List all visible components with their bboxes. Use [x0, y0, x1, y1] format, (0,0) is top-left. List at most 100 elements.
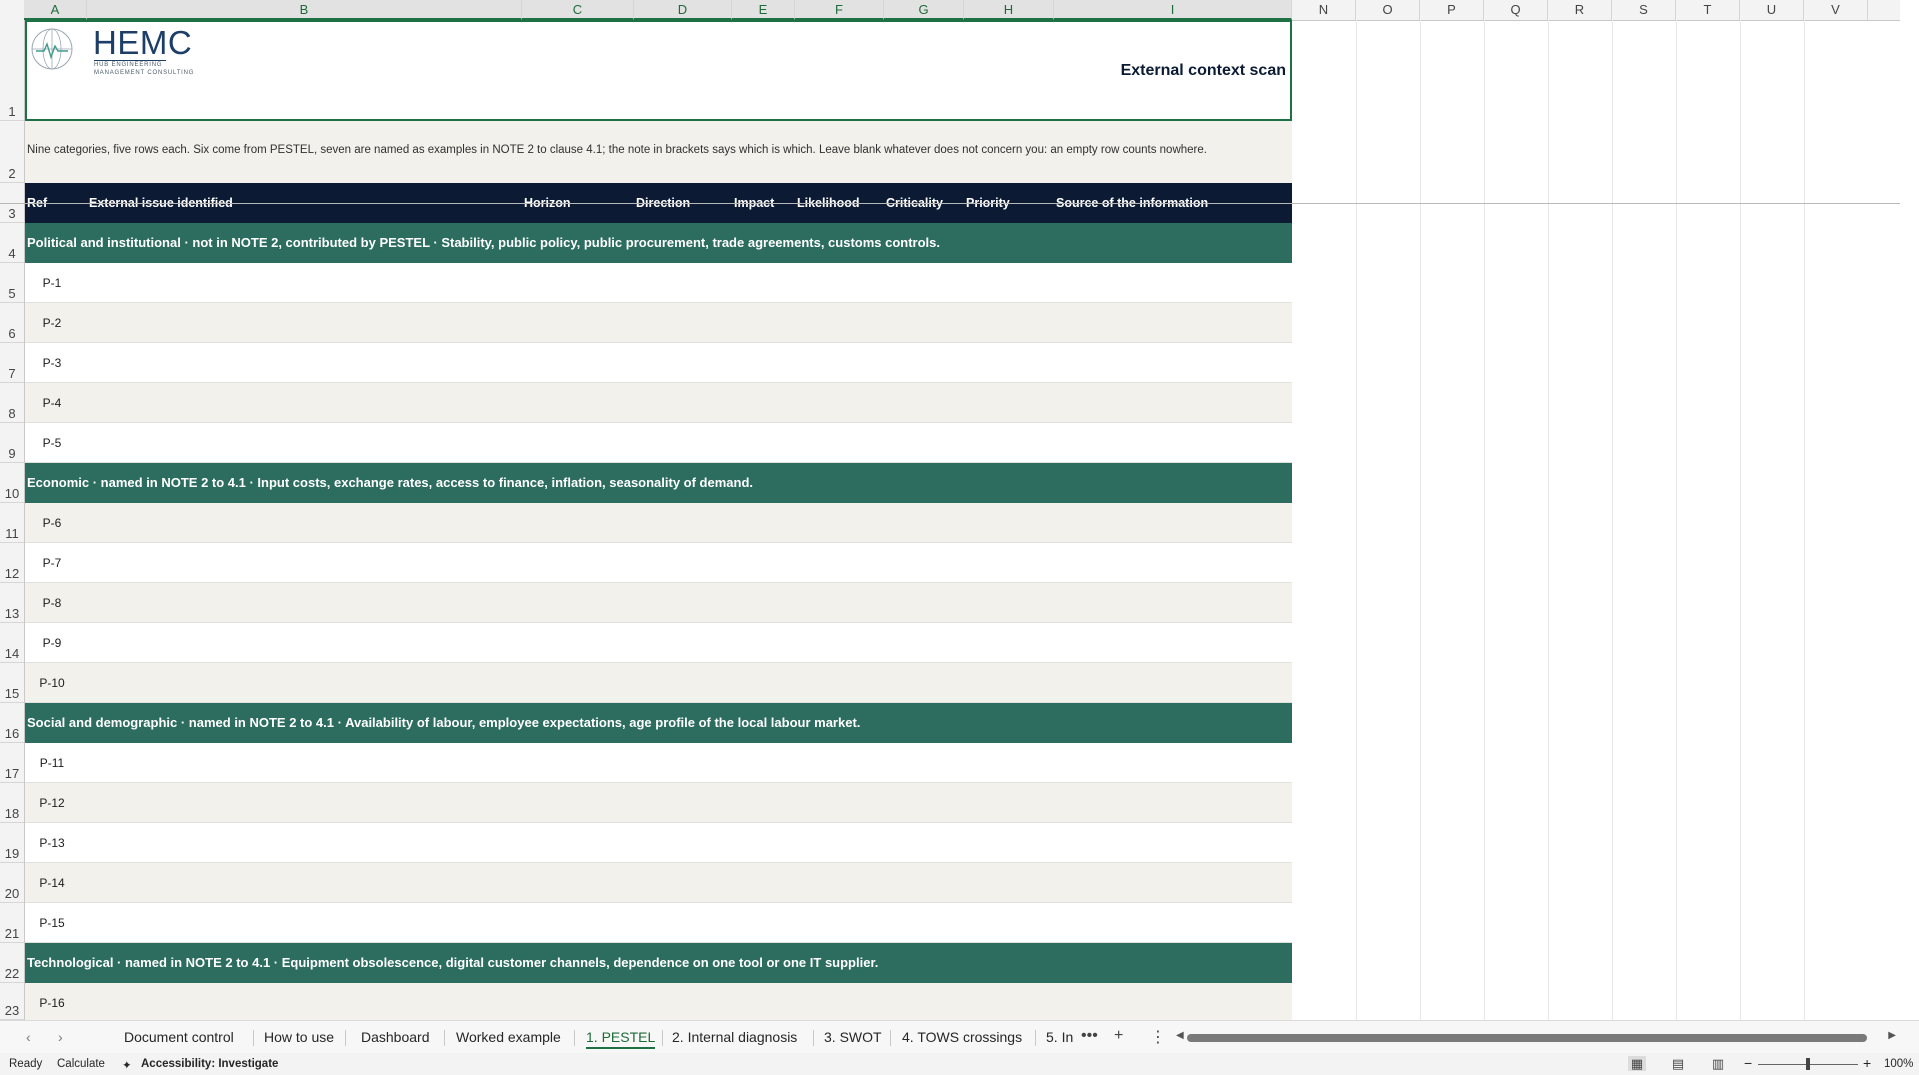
zoom-in-icon[interactable]: + — [1863, 1055, 1871, 1071]
status-bar: Ready Calculate ✦ Accessibility: Investi… — [0, 1053, 1919, 1075]
column-header-i[interactable]: I — [1054, 0, 1292, 20]
column-header-u[interactable]: U — [1740, 0, 1804, 20]
scroll-left-icon[interactable]: ◀ — [1176, 1030, 1184, 1041]
zoom-out-icon[interactable]: − — [1744, 1055, 1752, 1071]
table-row[interactable]: P-4 — [25, 383, 1292, 423]
tab-pestel[interactable]: 1. PESTEL — [578, 1021, 663, 1054]
category-row-technological[interactable]: Technological · named in NOTE 2 to 4.1 ·… — [25, 943, 1292, 983]
tab-dashboard[interactable]: Dashboard — [353, 1021, 438, 1054]
more-tabs-icon[interactable]: ••• — [1081, 1027, 1098, 1045]
table-row[interactable]: P-7 — [25, 543, 1292, 583]
row-header-20[interactable]: 20 — [0, 863, 24, 903]
page-break-preview-icon[interactable]: ▥ — [1709, 1056, 1727, 1071]
column-header-n[interactable]: N — [1292, 0, 1356, 20]
horizontal-scroll-thumb[interactable] — [1187, 1034, 1867, 1042]
tab-tows-crossings[interactable]: 4. TOWS crossings — [894, 1021, 1030, 1054]
table-row[interactable]: P-14 — [25, 863, 1292, 903]
row-header-7[interactable]: 7 — [0, 343, 24, 383]
row-header-16[interactable]: 16 — [0, 703, 24, 743]
tab-document-control[interactable]: Document control — [116, 1021, 242, 1054]
row-header-9[interactable]: 9 — [0, 423, 24, 463]
category-row-economic[interactable]: Economic · named in NOTE 2 to 4.1 · Inpu… — [25, 463, 1292, 503]
column-header-d[interactable]: D — [634, 0, 732, 20]
row-header-17[interactable]: 17 — [0, 743, 24, 783]
table-row[interactable]: P-10 — [25, 663, 1292, 703]
tab-internal-diagnosis[interactable]: 2. Internal diagnosis — [664, 1021, 805, 1054]
row-header-10[interactable]: 10 — [0, 463, 24, 503]
row-header-5[interactable]: 5 — [0, 263, 24, 303]
row-header-18[interactable]: 18 — [0, 783, 24, 823]
column-header-f[interactable]: F — [795, 0, 884, 20]
previous-sheet-icon[interactable]: ‹ — [26, 1029, 31, 1045]
column-header-h[interactable]: H — [964, 0, 1054, 20]
row-header-21[interactable]: 21 — [0, 903, 24, 943]
tab-separator — [345, 1030, 346, 1046]
instruction-row[interactable]: Nine categories, five rows each. Six com… — [25, 121, 1292, 183]
tab-worked-example[interactable]: Worked example — [448, 1021, 569, 1054]
table-row[interactable]: P-8 — [25, 583, 1292, 623]
normal-view-icon[interactable]: ▦ — [1628, 1056, 1646, 1071]
tab-how-to-use[interactable]: How to use — [256, 1021, 342, 1054]
row-header-2[interactable]: 2 — [0, 121, 24, 183]
table-row[interactable]: P-1 — [25, 263, 1292, 303]
row-header-6[interactable]: 6 — [0, 303, 24, 343]
row-header-4[interactable]: 4 — [0, 223, 24, 263]
zoom-slider-thumb[interactable] — [1806, 1058, 1810, 1070]
cell-grid[interactable]: HEMC HUB ENGINEERING MANAGEMENT CONSULTI… — [25, 20, 1900, 1020]
row-header-13[interactable]: 13 — [0, 583, 24, 623]
row-header-1[interactable]: 1 — [0, 20, 24, 121]
page-layout-view-icon[interactable]: ▤ — [1669, 1056, 1687, 1071]
column-header-c[interactable]: C — [522, 0, 634, 20]
tab-separator — [813, 1030, 814, 1046]
next-sheet-icon[interactable]: › — [58, 1029, 63, 1045]
select-all-corner[interactable] — [0, 0, 25, 20]
table-row[interactable]: P-16 — [25, 983, 1292, 1020]
table-row[interactable]: P-11 — [25, 743, 1292, 783]
calculate-button[interactable]: Calculate — [57, 1058, 105, 1070]
tab-options-icon[interactable]: ⋮ — [1150, 1027, 1166, 1047]
horizontal-scrollbar[interactable]: ◀ ▶ — [1176, 1029, 1896, 1047]
column-header-v[interactable]: V — [1804, 0, 1868, 20]
column-header-b[interactable]: B — [87, 0, 522, 20]
row-header-22[interactable]: 22 — [0, 943, 24, 983]
row-header-15[interactable]: 15 — [0, 663, 24, 703]
table-row[interactable]: P-5 — [25, 423, 1292, 463]
freeze-pane-line — [0, 203, 1900, 204]
title-cell-selected[interactable]: HEMC HUB ENGINEERING MANAGEMENT CONSULTI… — [25, 20, 1292, 121]
category-row-social[interactable]: Social and demographic · named in NOTE 2… — [25, 703, 1292, 743]
row-header-12[interactable]: 12 — [0, 543, 24, 583]
row-header-8[interactable]: 8 — [0, 383, 24, 423]
table-row[interactable]: P-15 — [25, 903, 1292, 943]
row-header-14[interactable]: 14 — [0, 623, 24, 663]
spreadsheet-area[interactable]: A B C D E F G H I N O P Q R S T U V 1 2 … — [0, 0, 1900, 1020]
column-header-g[interactable]: G — [884, 0, 964, 20]
zoom-level[interactable]: 100% — [1884, 1058, 1913, 1070]
scroll-right-icon[interactable]: ▶ — [1888, 1030, 1896, 1041]
table-row[interactable]: P-2 — [25, 303, 1292, 343]
column-header-p[interactable]: P — [1420, 0, 1484, 20]
tab-truncated[interactable]: 5. In — [1038, 1021, 1081, 1054]
table-row[interactable]: P-13 — [25, 823, 1292, 863]
add-sheet-icon[interactable]: + — [1114, 1027, 1123, 1045]
row-header-19[interactable]: 19 — [0, 823, 24, 863]
column-header-t[interactable]: T — [1676, 0, 1740, 20]
accessibility-icon[interactable]: ✦ — [122, 1058, 132, 1072]
accessibility-status[interactable]: Accessibility: Investigate — [141, 1058, 278, 1070]
ref-cell: P-5 — [42, 436, 62, 450]
column-header-r[interactable]: R — [1548, 0, 1612, 20]
table-row[interactable]: P-6 — [25, 503, 1292, 543]
column-header-q[interactable]: Q — [1484, 0, 1548, 20]
table-row[interactable]: P-9 — [25, 623, 1292, 663]
table-row[interactable]: P-12 — [25, 783, 1292, 823]
category-label: Political and institutional · not in NOT… — [27, 235, 941, 250]
column-header-a[interactable]: A — [24, 0, 87, 20]
row-header-23[interactable]: 23 — [0, 983, 24, 1020]
column-header-e[interactable]: E — [732, 0, 795, 20]
column-header-o[interactable]: O — [1356, 0, 1420, 20]
gridline — [1484, 20, 1485, 1020]
category-row-political[interactable]: Political and institutional · not in NOT… — [25, 223, 1292, 263]
table-row[interactable]: P-3 — [25, 343, 1292, 383]
row-header-11[interactable]: 11 — [0, 503, 24, 543]
column-header-s[interactable]: S — [1612, 0, 1676, 20]
tab-swot[interactable]: 3. SWOT — [816, 1021, 890, 1054]
